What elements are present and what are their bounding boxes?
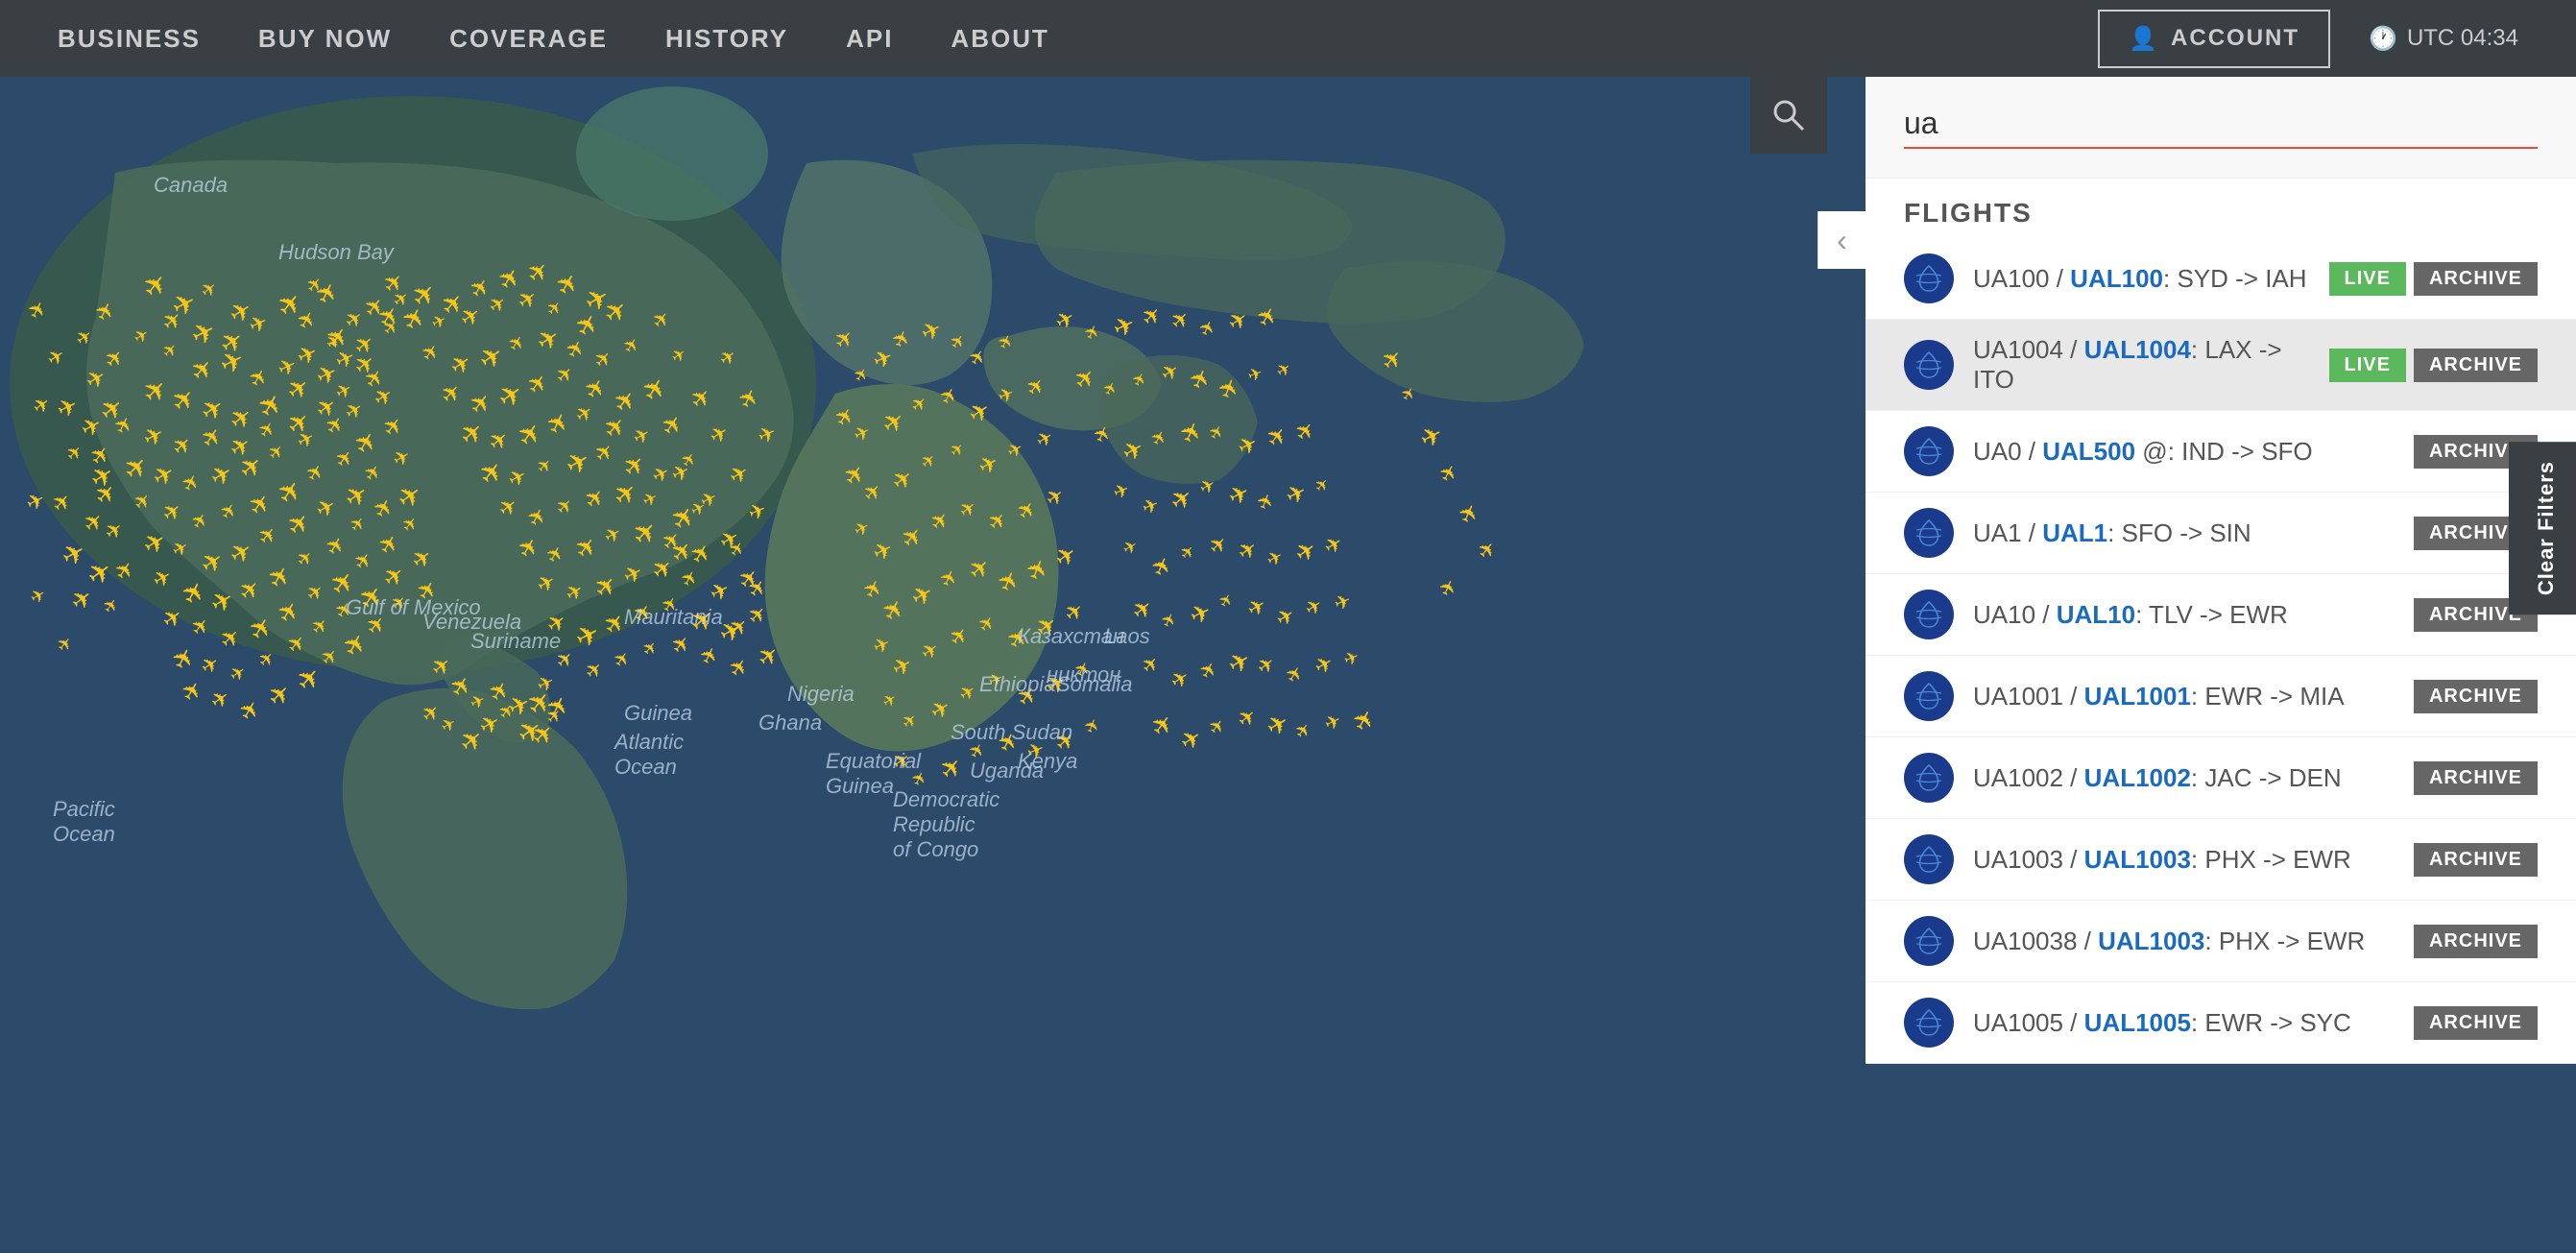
archive-button[interactable]: ARCHIVE (2414, 761, 2538, 795)
flight-text: UA10 / UAL10: TLV -> EWR (1973, 600, 2395, 630)
flight-row[interactable]: UA0 / UAL500 @: IND -> SFOARCHIVE (1866, 411, 2576, 493)
flight-airline-icon (1904, 753, 1954, 803)
account-icon: 👤 (2129, 25, 2159, 53)
flight-airline-icon (1904, 340, 1954, 390)
flight-badges: LIVEARCHIVE (2329, 262, 2538, 296)
archive-button[interactable]: ARCHIVE (2414, 680, 2538, 713)
flight-text: UA1 / UAL1: SFO -> SIN (1973, 518, 2395, 548)
flight-badges: ARCHIVE (2414, 925, 2538, 958)
flight-row[interactable]: UA1002 / UAL1002: JAC -> DEN ARCHIVE (1866, 737, 2576, 819)
flight-airline-icon (1904, 426, 1954, 476)
live-badge: LIVE (2329, 349, 2406, 382)
utc-time: UTC 04:34 (2407, 25, 2518, 52)
navbar: BUSINESS BUY NOW COVERAGE HISTORY API AB… (0, 0, 2576, 77)
flight-badges: ARCHIVE (2414, 761, 2538, 795)
utc-display: 🕐 UTC 04:34 (2369, 25, 2518, 53)
flight-row[interactable]: UA100 / UAL100: SYD -> IAH LIVEARCHIVE (1866, 238, 2576, 320)
flight-text: UA1002 / UAL1002: JAC -> DEN (1973, 763, 2395, 793)
flight-text: UA1003 / UAL1003: PHX -> EWR (1973, 845, 2395, 875)
flight-badges: ARCHIVE (2414, 680, 2538, 713)
collapse-panel-button[interactable]: ‹ (1818, 211, 1866, 269)
flight-airline-icon (1904, 834, 1954, 884)
flight-badges: ARCHIVE (2414, 843, 2538, 877)
flight-airline-icon (1904, 508, 1954, 558)
flight-badges: ARCHIVE (2414, 1006, 2538, 1040)
flight-text: UA10038 / UAL1003: PHX -> EWR (1973, 927, 2395, 956)
flight-airline-icon (1904, 998, 1954, 1048)
clock-icon: 🕐 (2369, 25, 2397, 53)
flight-row[interactable]: UA1004 / UAL1004: LAX -> ITO LIVEARCHIVE (1866, 320, 2576, 411)
search-input-wrapper (1866, 77, 2576, 179)
search-panel: FLIGHTS UA100 / UAL100: SYD -> IAHLIVEAR… (1866, 77, 2576, 1064)
nav-buy-now[interactable]: BUY NOW (258, 24, 392, 54)
archive-button[interactable]: ARCHIVE (2414, 843, 2538, 877)
flight-row[interactable]: UA10 / UAL10: TLV -> EWRARCHIVE (1866, 574, 2576, 656)
clear-filters-button[interactable]: Clear Filters (2509, 442, 2576, 614)
live-badge: LIVE (2329, 262, 2406, 296)
search-icon (1771, 98, 1806, 133)
account-label: ACCOUNT (2171, 25, 2299, 52)
nav-coverage[interactable]: COVERAGE (449, 24, 608, 54)
flight-search-input[interactable] (1904, 106, 2538, 149)
account-button[interactable]: 👤 ACCOUNT (2098, 10, 2330, 68)
nav-links: BUSINESS BUY NOW COVERAGE HISTORY API AB… (58, 24, 1049, 54)
flight-text: UA100 / UAL100: SYD -> IAH (1973, 264, 2310, 294)
flight-airline-icon (1904, 590, 1954, 639)
flights-section-header: FLIGHTS (1866, 179, 2576, 238)
nav-business[interactable]: BUSINESS (58, 24, 201, 54)
archive-button[interactable]: ARCHIVE (2414, 262, 2538, 296)
collapse-arrow-icon: ‹ (1837, 223, 1847, 258)
flight-airline-icon (1904, 253, 1954, 303)
flight-text: UA1004 / UAL1004: LAX -> ITO (1973, 335, 2310, 395)
nav-right: 👤 ACCOUNT 🕐 UTC 04:34 (2098, 10, 2518, 68)
archive-button[interactable]: ARCHIVE (2414, 925, 2538, 958)
search-icon-button[interactable] (1750, 77, 1827, 154)
flight-badges: LIVEARCHIVE (2329, 349, 2538, 382)
flight-row[interactable]: UA10038 / UAL1003: PHX -> EWR ARCHIVE (1866, 901, 2576, 982)
flight-text: UA1001 / UAL1001: EWR -> MIA (1973, 682, 2395, 711)
flights-list: UA100 / UAL100: SYD -> IAHLIVEARCHIVE UA… (1866, 238, 2576, 1064)
nav-api[interactable]: API (846, 24, 893, 54)
flight-row[interactable]: UA1001 / UAL1001: EWR -> MIA ARCHIVE (1866, 656, 2576, 737)
flight-airline-icon (1904, 916, 1954, 966)
archive-button[interactable]: ARCHIVE (2414, 349, 2538, 382)
flight-row[interactable]: UA1 / UAL1: SFO -> SINARCHIVE (1866, 493, 2576, 574)
flight-airline-icon (1904, 671, 1954, 721)
nav-history[interactable]: HISTORY (665, 24, 788, 54)
flight-row[interactable]: UA1003 / UAL1003: PHX -> EWR ARCHIVE (1866, 819, 2576, 901)
flight-row[interactable]: UA1005 / UAL1005: EWR -> SYC ARCHIVE (1866, 982, 2576, 1064)
flight-text: UA0 / UAL500 @: IND -> SFO (1973, 437, 2395, 467)
nav-about[interactable]: ABOUT (951, 24, 1048, 54)
flight-text: UA1005 / UAL1005: EWR -> SYC (1973, 1008, 2395, 1038)
archive-button[interactable]: ARCHIVE (2414, 1006, 2538, 1040)
